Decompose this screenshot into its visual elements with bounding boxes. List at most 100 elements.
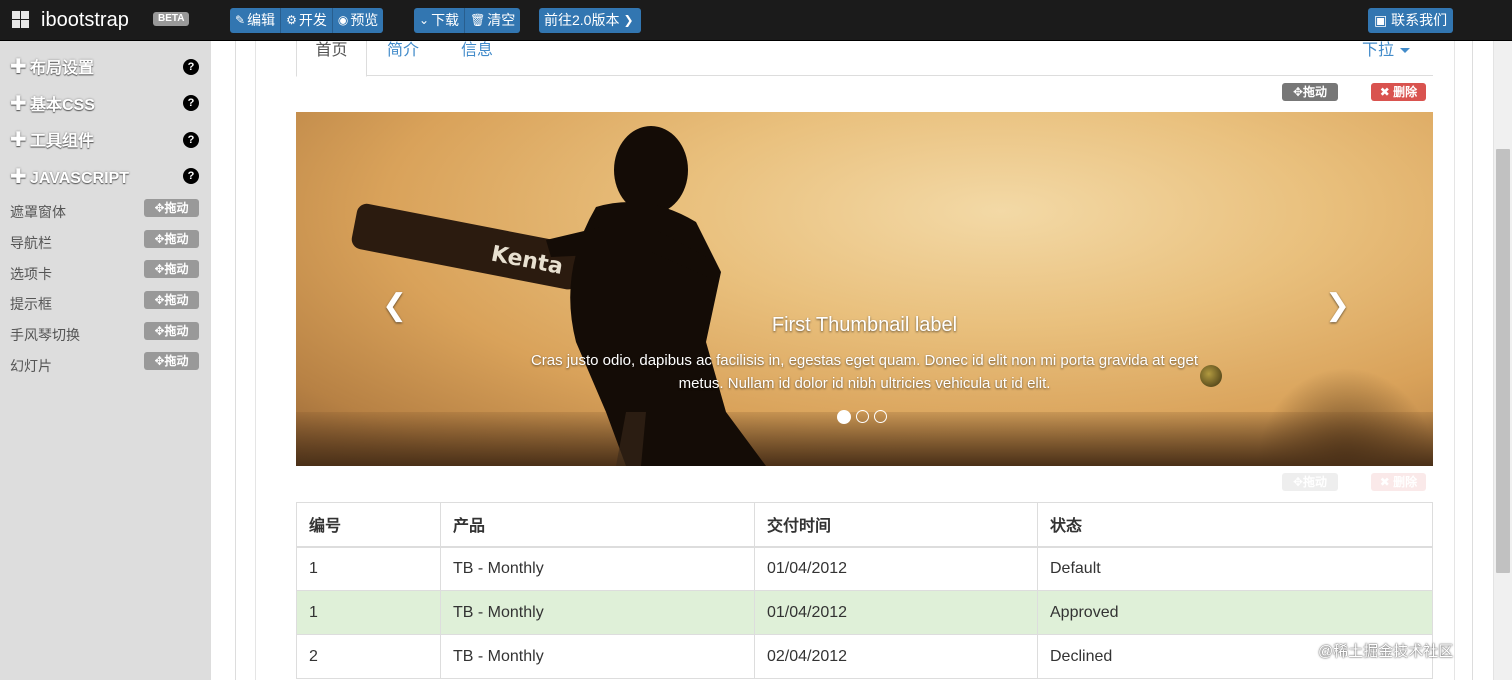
player-head — [614, 126, 688, 214]
version-button-group: 前往2.0版本 ❯ — [539, 8, 641, 33]
develop-button[interactable]: ⚙ 开发 — [281, 8, 333, 33]
column-header: 状态 — [1037, 502, 1433, 548]
file-button-group: ⌄ 下载 🗑 清空 — [414, 8, 521, 33]
mode-button-group: ✎ 编辑 ⚙ 开发 ◉ 预览 — [230, 8, 384, 33]
component-navbar: 导航栏 — [10, 235, 52, 251]
section-label: 工具组件 — [30, 133, 95, 150]
clear-label: 清空 — [487, 12, 516, 28]
carousel: Kenta ❮ ❯ First Thumbnail label Cras jus… — [296, 112, 1433, 466]
table-cell: TB - Monthly — [440, 546, 755, 591]
edit-label: 编辑 — [247, 12, 276, 28]
table-cell: TB - Monthly — [440, 590, 755, 635]
section-label: JAVASCRIPT — [30, 170, 129, 187]
drag-handle[interactable]: ✥拖动 — [144, 322, 199, 340]
carousel-indicator[interactable] — [874, 410, 887, 423]
delete-button[interactable]: ✖ 删除 — [1371, 473, 1426, 491]
drag-handle[interactable]: ✥拖动 — [144, 260, 199, 278]
drag-button[interactable]: ✥拖动 — [1282, 83, 1338, 101]
carousel-indicator[interactable] — [856, 410, 869, 423]
version-button[interactable]: 前往2.0版本 ❯ — [539, 8, 641, 33]
scrollbar-thumb[interactable] — [1496, 149, 1510, 573]
section-label: 基本CSS — [30, 97, 95, 114]
gear-icon: ⚙ — [286, 13, 297, 27]
tab-home[interactable]: 首页 — [296, 41, 367, 77]
delete-button[interactable]: ✖ 删除 — [1371, 83, 1426, 101]
tab-info[interactable]: 信息 — [461, 41, 493, 76]
component-carousel: 幻灯片 — [10, 358, 52, 374]
help-icon[interactable]: ? — [183, 168, 199, 184]
section-layout[interactable]: ✚ 布局设置 — [10, 56, 94, 78]
plus-icon: ✚ — [10, 56, 27, 78]
table-cell: Default — [1037, 546, 1433, 591]
section-components[interactable]: ✚ 工具组件 — [10, 129, 94, 151]
carousel-indicators — [837, 410, 887, 424]
watermark: @稀土掘金技术社区 — [1318, 643, 1454, 660]
table-row: 2 TB - Monthly 02/04/2012 Declined — [296, 634, 1433, 679]
drag-handle[interactable]: ✥拖动 — [144, 199, 199, 217]
help-icon[interactable]: ? — [183, 132, 199, 148]
table-header-row: 编号 产品 交付时间 状态 — [296, 502, 1433, 548]
table-cell: 2 — [296, 634, 441, 679]
component-modal: 遮罩窗体 — [10, 204, 66, 220]
caret-down-icon — [1400, 48, 1411, 54]
table-row: 1 TB - Monthly 01/04/2012 Default — [296, 546, 1433, 591]
data-table: 编号 产品 交付时间 状态 1 TB - Monthly 01/04/2012 Def… — [296, 502, 1433, 679]
develop-label: 开发 — [298, 12, 327, 28]
component-tabs: 选项卡 — [10, 266, 52, 282]
component-alert: 提示框 — [10, 296, 52, 312]
top-navbar: ibootstrap BETA ✎ 编辑 ⚙ 开发 ◉ 预览 ⌄ 下载 🗑 清空… — [0, 0, 1512, 41]
carousel-caption-text: Cras justo odio, dapibus ac facilisis in… — [530, 352, 1199, 392]
eye-icon: ◉ — [337, 13, 349, 27]
table-cell: 02/04/2012 — [754, 634, 1038, 679]
download-label: 下载 — [431, 12, 460, 28]
help-icon[interactable]: ? — [183, 95, 199, 111]
drag-handle[interactable]: ✥拖动 — [144, 230, 199, 248]
preview-button[interactable]: ◉ 预览 — [332, 8, 384, 33]
tab-dropdown[interactable]: 下拉 — [1362, 41, 1411, 76]
edit-icon: ✎ — [235, 13, 246, 27]
component-sidebar: ✚ 布局设置 ? ✚ 基本CSS ? ✚ 工具组件 ? ✚ JAVASCRIPT ? 遮… — [0, 41, 211, 680]
clear-button[interactable]: 🗑 清空 — [465, 8, 521, 33]
plus-icon: ✚ — [10, 129, 27, 151]
grid-icon — [12, 11, 29, 28]
tab-bar: 首页 简介 信息 下拉 — [296, 41, 1433, 77]
drag-button[interactable]: ✥拖动 — [1282, 473, 1338, 491]
tab-intro[interactable]: 简介 — [387, 41, 419, 76]
trash-icon: 🗑 — [470, 13, 486, 27]
download-button[interactable]: ⌄ 下载 — [414, 8, 466, 33]
chevron-down-icon: ⌄ — [419, 13, 430, 27]
chevron-right-icon: ❯ — [623, 13, 634, 27]
component-accordion: 手风琴切换 — [10, 327, 80, 343]
column-header: 交付时间 — [754, 502, 1038, 548]
table-row: 1 TB - Monthly 01/04/2012 Approved — [296, 590, 1433, 635]
section-javascript[interactable]: ✚ JAVASCRIPT — [10, 166, 129, 188]
drag-handle[interactable]: ✥拖动 — [144, 352, 199, 370]
table-cell: 01/04/2012 — [754, 590, 1038, 635]
table-cell: 1 — [296, 546, 441, 591]
table-cell: Approved — [1037, 590, 1433, 635]
dropdown-label: 下拉 — [1362, 42, 1395, 59]
version-label: 前往2.0版本 — [544, 12, 620, 28]
carousel-caption-title: First Thumbnail label — [771, 314, 958, 336]
contact-label: 联系我们 — [1391, 12, 1448, 28]
help-icon[interactable]: ? — [183, 59, 199, 75]
column-header: 产品 — [440, 502, 755, 548]
plus-icon: ✚ — [10, 166, 27, 188]
section-label: 布局设置 — [30, 60, 95, 77]
drag-handle[interactable]: ✥拖动 — [144, 291, 199, 309]
plus-icon: ✚ — [10, 93, 27, 115]
section-basic-css[interactable]: ✚ 基本CSS — [10, 93, 95, 115]
vertical-scrollbar[interactable] — [1493, 41, 1512, 680]
table-cell: TB - Monthly — [440, 634, 755, 679]
table-cell: 01/04/2012 — [754, 546, 1038, 591]
carousel-indicator[interactable] — [837, 410, 851, 424]
beta-badge: BETA — [153, 12, 190, 26]
preview-label: 预览 — [350, 12, 379, 28]
table-body: 1 TB - Monthly 01/04/2012 Default 1 TB - Mont… — [296, 546, 1433, 679]
contact-button[interactable]: ▣ 联系我们 — [1368, 8, 1454, 33]
column-header: 编号 — [296, 502, 441, 548]
brand-title[interactable]: ibootstrap — [41, 8, 129, 32]
edit-button[interactable]: ✎ 编辑 — [230, 8, 282, 33]
comment-icon: ▣ — [1374, 12, 1388, 28]
table-cell: 1 — [296, 590, 441, 635]
